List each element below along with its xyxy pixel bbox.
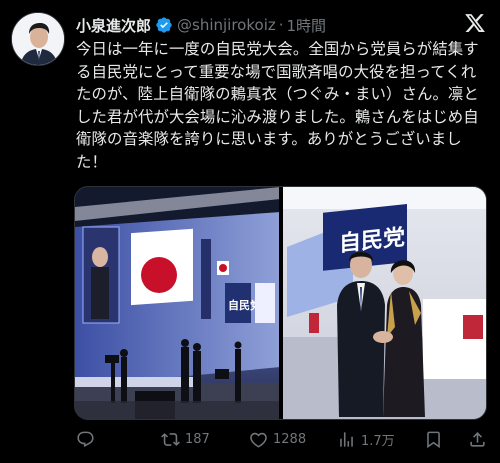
timestamp[interactable]: 1時間 (287, 15, 327, 36)
share-icon (470, 431, 485, 447)
photo-party-convention-hall[interactable]: 自民党 (75, 187, 279, 419)
share-button[interactable] (468, 430, 487, 449)
x-logo-icon[interactable] (464, 12, 486, 34)
like-count: 1288 (273, 431, 307, 447)
display-name[interactable]: 小泉進次郎 (76, 15, 151, 36)
reply-button[interactable] (76, 430, 100, 449)
retweet-icon (161, 432, 180, 446)
views-count: 1.7万 (361, 433, 395, 449)
handle[interactable]: @shinjirokoiz (177, 16, 276, 34)
heart-icon (250, 432, 267, 448)
photo-koizumi-with-singer[interactable]: 自民党 (283, 187, 486, 419)
media-grid[interactable]: 自民党 自民党 (74, 186, 487, 420)
verified-badge-icon (156, 17, 172, 33)
separator: · (278, 16, 284, 34)
like-button[interactable]: 1288 (249, 430, 306, 449)
retweet-count: 187 (185, 431, 210, 447)
views-icon (340, 431, 353, 447)
reply-icon (77, 431, 94, 447)
bookmark-button[interactable] (424, 430, 443, 449)
avatar[interactable] (11, 12, 65, 66)
tweet-text: 今日は一年に一度の自民党大会。全国から党員らが結集する自民党にとって重要な場で国… (76, 40, 479, 171)
retweet-button[interactable]: 187 (161, 430, 210, 449)
action-bar: 187 1288 1.7万 (76, 428, 487, 450)
views-button[interactable]: 1.7万 (337, 430, 395, 449)
bookmark-icon (427, 431, 440, 448)
tweet-header: 小泉進次郎 @shinjirokoiz · 1時間 (76, 14, 484, 36)
